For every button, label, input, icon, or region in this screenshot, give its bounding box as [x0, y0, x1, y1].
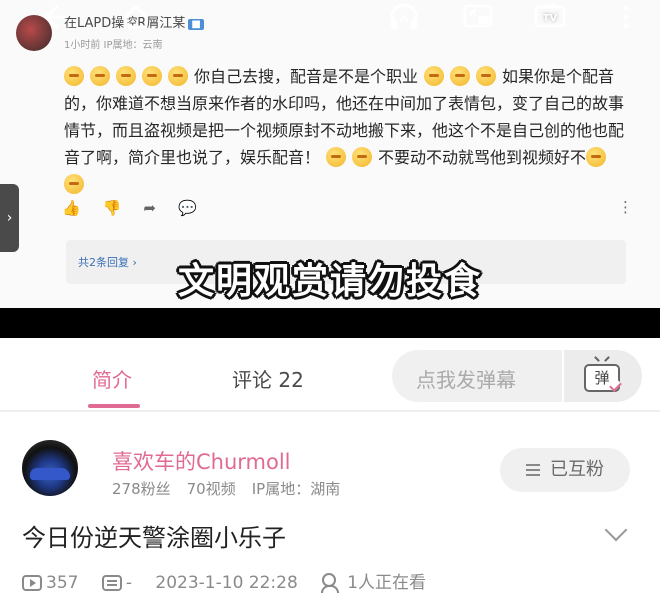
- viewers-icon: [321, 573, 343, 593]
- emoji-icon: [424, 66, 445, 86]
- emoji-icon: [90, 66, 110, 86]
- share-icon: ➦: [143, 199, 156, 217]
- back-arrow-icon[interactable]: [32, 2, 76, 46]
- tab-active-indicator: [88, 404, 140, 408]
- danmaku-count: -: [125, 573, 132, 593]
- emoji-icon: [168, 66, 188, 86]
- comment-actions: 👍 👎 ➦ 💬: [62, 198, 219, 218]
- like-icon: 👍: [62, 199, 81, 217]
- video-count: 70视频: [186, 480, 236, 498]
- reply-icon: 💬: [177, 199, 197, 217]
- emoji-icon: [64, 66, 84, 86]
- play-count: 357: [46, 573, 79, 593]
- danmaku-toggle-button[interactable]: 弹: [562, 350, 642, 402]
- letterbox-bar: [0, 308, 660, 338]
- uploader-avatar[interactable]: [22, 440, 78, 496]
- publish-date: 2023-1-10 22:28: [155, 573, 298, 593]
- level-badge: ■: [188, 19, 204, 30]
- emoji-icon: [116, 66, 136, 86]
- menu-icon: [526, 464, 540, 476]
- video-player[interactable]: 在LAPD操控R屑江某 ■ 1小时前 IP属地：云南 你自己去搜，配音是不是个职业…: [0, 0, 660, 340]
- home-icon[interactable]: [114, 2, 158, 46]
- danmaku-bar: 点我发弹幕 弹: [392, 350, 642, 402]
- chevron-down-icon[interactable]: [604, 518, 628, 542]
- tv-cast-icon[interactable]: TV: [528, 2, 572, 46]
- emoji-icon: [476, 66, 497, 86]
- video-subtitle: 文明观赏请勿投食: [177, 261, 482, 302]
- comment-text: 你自己去搜，配音是不是个职业 如果你是个配音的，你难道不想当原来作者的水印吗，他还…: [64, 63, 634, 198]
- emoji-icon: [450, 66, 471, 86]
- follow-button[interactable]: 已互粉: [500, 448, 630, 492]
- play-count-icon: [22, 575, 42, 591]
- svg-text:TV: TV: [543, 13, 558, 24]
- follow-label: 已互粉: [550, 459, 604, 480]
- picture-in-picture-icon[interactable]: [456, 2, 500, 46]
- dislike-icon: 👎: [102, 199, 122, 217]
- tab-comments[interactable]: 评论 22: [232, 364, 304, 393]
- danmaku-input[interactable]: 点我发弹幕: [416, 364, 516, 393]
- danmaku-count-icon: [101, 575, 122, 591]
- video-stats: 357 - 2023-1-10 22:28 1人正在看: [22, 568, 444, 593]
- divider: [0, 410, 660, 412]
- uploader-stats: 278粉丝 70视频 IP属地：湖南: [112, 478, 356, 499]
- uploader-name[interactable]: 喜欢车的Churmoll: [112, 446, 291, 476]
- watching-count: 1人正在看: [347, 573, 427, 593]
- emoji-icon: [326, 147, 347, 167]
- side-expand-tab[interactable]: ›: [0, 184, 19, 252]
- ip-location: IP属地：湖南: [251, 480, 341, 498]
- emoji-icon: [64, 174, 84, 194]
- more-vertical-icon[interactable]: [604, 2, 648, 46]
- fans-count: 278粉丝: [112, 480, 171, 498]
- comment-more-icon: ⋮: [618, 198, 633, 216]
- tab-intro[interactable]: 简介: [92, 364, 132, 393]
- headphones-icon[interactable]: [382, 2, 426, 46]
- emoji-icon: [586, 147, 607, 167]
- video-title: 今日份逆天警涂圈小乐子: [22, 524, 286, 552]
- emoji-icon: [142, 66, 162, 86]
- emoji-icon: [352, 147, 373, 167]
